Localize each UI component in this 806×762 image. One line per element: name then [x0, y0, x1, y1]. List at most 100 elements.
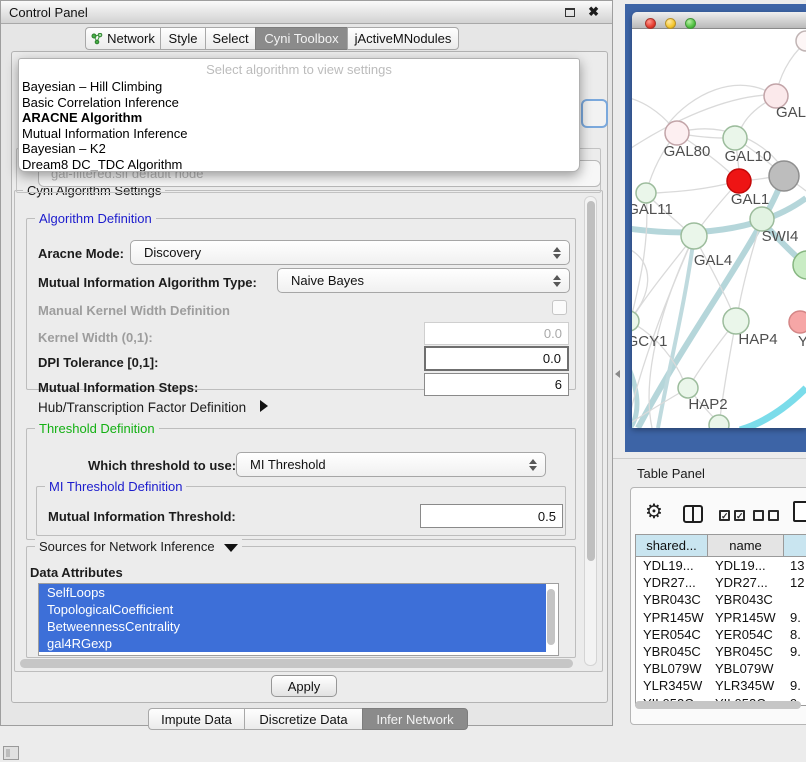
minimized-panel-icon[interactable]: [3, 746, 19, 760]
network-window: GALGAL80GAL10GAL1GAL11SWI4GAL4GCY1HAP4YH…: [632, 12, 806, 428]
network-node[interactable]: [789, 311, 806, 333]
aracne-mode-label: Aracne Mode:: [38, 246, 124, 261]
mi-threshold-field[interactable]: 0.5: [420, 504, 563, 528]
apply-button[interactable]: Apply: [271, 675, 337, 697]
dpi-tolerance-value: 0.0: [543, 351, 561, 366]
table-cell: YDL19...: [636, 558, 708, 573]
table-row[interactable]: YBR045CYBR045C9.: [636, 643, 806, 660]
settings-vertical-scrollbar[interactable]: [584, 196, 597, 666]
tab-label: Style: [169, 31, 198, 46]
which-threshold-combo[interactable]: MI Threshold: [236, 452, 546, 477]
network-window-titlebar: [632, 12, 806, 29]
tab-infer-network[interactable]: Infer Network: [362, 708, 468, 730]
tab-network[interactable]: Network: [85, 27, 160, 50]
table-cell: 9.: [784, 644, 806, 659]
table-row[interactable]: YLR345WYLR345W9.: [636, 677, 806, 694]
hub-definition-label: Hub/Transcription Factor Definition: [38, 400, 246, 415]
kernel-width-value: 0.0: [544, 326, 562, 341]
dropdown-item[interactable]: Basic Correlation Inference: [19, 95, 579, 111]
mi-threshold-group-title: MI Threshold Definition: [45, 479, 186, 494]
table-cell: YBR045C: [636, 644, 708, 659]
network-node[interactable]: [665, 121, 689, 145]
close-traffic-light-icon[interactable]: [645, 18, 656, 29]
spinner-arrows-icon: [529, 459, 537, 471]
control-panel-titlebar: Control Panel ✖: [1, 1, 612, 24]
hub-definition-header[interactable]: Hub/Transcription Factor Definition: [38, 400, 268, 415]
network-node[interactable]: [796, 31, 806, 51]
mi-steps-value: 6: [555, 377, 562, 392]
dpi-tolerance-field[interactable]: 0.0: [424, 346, 569, 371]
table-cell: YDL19...: [708, 558, 784, 573]
table-row[interactable]: YPR145WYPR145W9.: [636, 609, 806, 626]
kernel-width-field[interactable]: 0.0: [424, 322, 569, 345]
network-node[interactable]: [709, 415, 729, 428]
table-row[interactable]: YER054CYER054C8.: [636, 626, 806, 643]
table-row[interactable]: YBL079WYBL079W: [636, 660, 806, 677]
network-node-label: HAP2: [688, 396, 727, 413]
zoom-traffic-light-icon[interactable]: [685, 18, 696, 29]
network-node[interactable]: [769, 161, 799, 191]
close-icon[interactable]: ✖: [588, 4, 599, 20]
unchecked-box-icon[interactable]: [768, 510, 779, 521]
network-node[interactable]: [632, 311, 639, 331]
mi-threshold-value: 0.5: [538, 509, 556, 524]
mi-type-label: Mutual Information Algorithm Type:: [38, 275, 257, 290]
tab-impute-data[interactable]: Impute Data: [148, 708, 244, 730]
tab-select[interactable]: Select: [205, 27, 255, 50]
tab-jactivemnodules[interactable]: jActiveMNodules: [347, 27, 459, 50]
document-icon[interactable]: [793, 501, 806, 522]
table-row[interactable]: YDR27...YDR27...12: [636, 574, 806, 591]
attribute-list-item[interactable]: BetweennessCentrality: [39, 618, 546, 635]
dropdown-item[interactable]: Bayesian – K2: [19, 141, 579, 157]
unchecked-box-icon[interactable]: [753, 510, 764, 521]
minimize-traffic-light-icon[interactable]: [665, 18, 676, 29]
dropdown-item[interactable]: ARACNE Algorithm: [19, 110, 579, 126]
dropdown-item[interactable]: Dream8 DC_TDC Algorithm: [19, 157, 579, 173]
attribute-list-item[interactable]: TopologicalCoefficient: [39, 601, 546, 618]
split-columns-icon[interactable]: [683, 505, 703, 523]
screen: { "window": { "title": "Control Panel", …: [0, 0, 806, 762]
float-window-icon[interactable]: [565, 8, 575, 17]
network-canvas[interactable]: GALGAL80GAL10GAL1GAL11SWI4GAL4GCY1HAP4YH…: [632, 29, 806, 428]
checked-box-icon[interactable]: ✓: [734, 510, 745, 521]
attribute-list-item[interactable]: SelfLoops: [39, 584, 546, 601]
dropdown-item[interactable]: Mutual Information Inference: [19, 126, 579, 142]
network-edge-cyan: [740, 388, 806, 428]
network-node[interactable]: [727, 169, 751, 193]
attribute-list-item[interactable]: gal4RGexp: [39, 635, 546, 652]
column-header-shared-name[interactable]: shared...: [636, 535, 708, 556]
table-cell: YER054C: [708, 627, 784, 642]
attributes-list-scrollbar[interactable]: [546, 589, 556, 649]
table-cell: 9.: [784, 678, 806, 693]
sources-group-title[interactable]: Sources for Network Inference: [35, 539, 242, 554]
table-body: YDL19...YDL19...13YDR27...YDR27...12YBR0…: [636, 557, 806, 706]
table-horizontal-scrollbar[interactable]: [635, 700, 806, 710]
table-cell: YBL079W: [636, 661, 708, 676]
tab-cyni-toolbox[interactable]: Cyni Toolbox: [255, 27, 347, 50]
tab-style[interactable]: Style: [160, 27, 205, 50]
column-header-name[interactable]: name: [708, 535, 784, 556]
checked-box-icon[interactable]: ✓: [719, 510, 730, 521]
manual-kernel-checkbox[interactable]: [552, 300, 567, 315]
column-header-partial[interactable]: [784, 535, 806, 556]
network-node[interactable]: [723, 126, 747, 150]
table-panel: ⚙ ✓ ✓ shared... name YDL19...YDL19...13Y…: [630, 487, 806, 725]
algorithm-combo-partial[interactable]: [581, 99, 608, 128]
mi-type-combo[interactable]: Naive Bayes: [277, 268, 570, 293]
tab-discretize-data[interactable]: Discretize Data: [244, 708, 362, 730]
aracne-mode-combo[interactable]: Discovery: [130, 240, 570, 265]
algorithm-definition-title: Algorithm Definition: [35, 211, 156, 226]
dropdown-item[interactable]: Bayesian – Hill Climbing: [19, 79, 579, 95]
settings-gear-icon[interactable]: ⚙: [645, 502, 663, 522]
network-node[interactable]: [678, 378, 698, 398]
data-attributes-list[interactable]: SelfLoopsTopologicalCoefficientBetweenne…: [38, 583, 559, 656]
tab-label: Discretize Data: [259, 712, 347, 727]
mi-steps-field[interactable]: 6: [424, 373, 569, 396]
mi-steps-label: Mutual Information Steps:: [38, 380, 198, 395]
settings-horizontal-scrollbar[interactable]: [20, 658, 577, 669]
table-row[interactable]: YDL19...YDL19...13: [636, 557, 806, 574]
network-node[interactable]: [636, 183, 656, 203]
panel-divider-handle[interactable]: [615, 370, 620, 378]
network-node[interactable]: [681, 223, 707, 249]
table-row[interactable]: YBR043CYBR043C: [636, 591, 806, 608]
